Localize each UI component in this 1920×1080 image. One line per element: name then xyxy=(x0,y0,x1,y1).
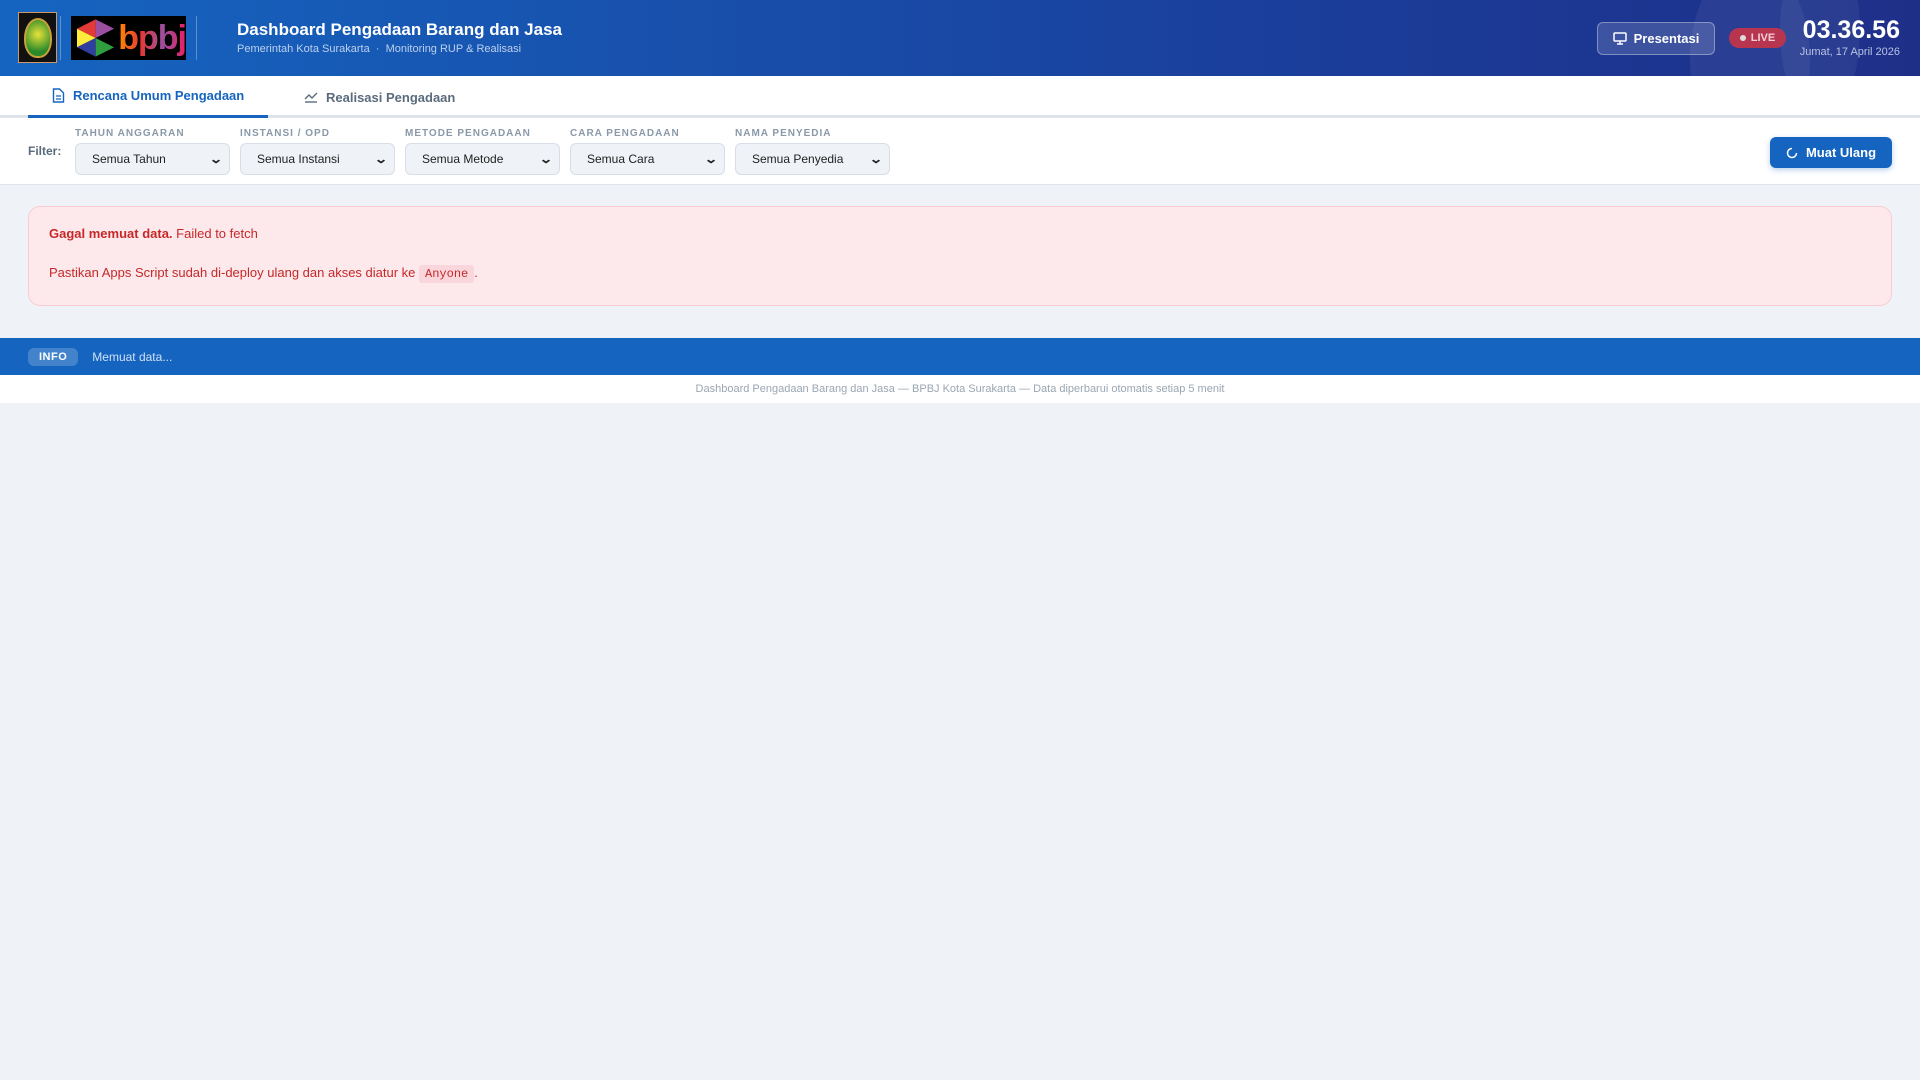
reload-button[interactable]: Muat Ulang xyxy=(1770,137,1892,168)
clock: 03.36.56 xyxy=(1802,16,1900,44)
chevron-down-icon: ⌄ xyxy=(538,152,554,166)
tab-bar: Rencana Umum Pengadaan Realisasi Pengada… xyxy=(0,76,1920,118)
filter-group-label: INSTANSI / OPD xyxy=(240,128,330,139)
chart-line-icon xyxy=(304,92,318,103)
tab-label: Realisasi Pengadaan xyxy=(326,89,456,105)
filter-group-label: METODE PENGADAAN xyxy=(405,128,531,139)
status-badge: INFO xyxy=(28,347,79,366)
chevron-down-icon: ⌄ xyxy=(868,152,884,166)
live-badge: LIVE xyxy=(1729,28,1786,48)
bpbj-logo-text: bpbj xyxy=(118,18,187,57)
footer: Dashboard Pengadaan Barang dan Jasa — BP… xyxy=(0,375,1920,403)
filter-group-label: CARA PENGADAAN xyxy=(570,128,680,139)
live-dot-icon xyxy=(1739,35,1746,41)
filter-tahun-anggaran: TAHUN ANGGARAN Semua Tahun ⌄ xyxy=(75,128,230,175)
presentation-button[interactable]: Presentasi xyxy=(1597,22,1715,55)
metode-pengadaan-select[interactable]: Semua Metode ⌄ xyxy=(405,143,560,175)
page-title: Dashboard Pengadaan Barang dan Jasa xyxy=(237,20,562,39)
presentation-label: Presentasi xyxy=(1633,31,1700,46)
select-value: Semua Penyedia xyxy=(752,152,844,166)
chevron-down-icon: ⌄ xyxy=(208,152,224,166)
bpbj-logo: bpbj xyxy=(71,16,187,60)
filter-group-label: NAMA PENYEDIA xyxy=(735,128,832,139)
error-title: Gagal memuat data. xyxy=(49,226,173,241)
status-text: Memuat data... xyxy=(92,349,173,364)
city-emblem-logo xyxy=(18,12,57,63)
chevron-down-icon: ⌄ xyxy=(373,152,389,166)
tab-label: Rencana Umum Pengadaan xyxy=(73,88,245,103)
select-value: Semua Metode xyxy=(422,152,504,166)
filter-label: Filter: xyxy=(28,144,62,158)
select-value: Semua Tahun xyxy=(92,152,166,166)
error-hint-line: Pastikan Apps Script sudah di-deploy ula… xyxy=(49,265,1871,283)
reload-label: Muat Ulang xyxy=(1805,145,1877,160)
refresh-icon xyxy=(1786,147,1798,158)
status-bar: INFO Memuat data... xyxy=(0,338,1920,375)
instansi-opd-select[interactable]: Semua Instansi ⌄ xyxy=(240,143,395,175)
error-message: Failed to fetch xyxy=(176,226,258,241)
tab-rencana-umum-pengadaan[interactable]: Rencana Umum Pengadaan xyxy=(28,76,269,118)
bpbj-logo-shapes-icon xyxy=(77,19,115,57)
error-hint-end: . xyxy=(474,265,478,280)
chevron-down-icon: ⌄ xyxy=(703,152,719,166)
filter-instansi-opd: INSTANSI / OPD Semua Instansi ⌄ xyxy=(240,128,395,175)
nama-penyedia-select[interactable]: Semua Penyedia ⌄ xyxy=(735,143,890,175)
filter-bar: Filter: TAHUN ANGGARAN Semua Tahun ⌄ INST… xyxy=(0,118,1920,185)
error-code: Anyone xyxy=(419,265,475,283)
filter-cara-pengadaan: CARA PENGADAAN Semua Cara ⌄ xyxy=(570,128,725,175)
filter-nama-penyedia: NAMA PENYEDIA Semua Penyedia ⌄ xyxy=(735,128,890,175)
cara-pengadaan-select[interactable]: Semua Cara ⌄ xyxy=(570,143,725,175)
filter-metode-pengadaan: METODE PENGADAAN Semua Metode ⌄ xyxy=(405,128,560,175)
live-label: LIVE xyxy=(1750,32,1776,44)
tahun-anggaran-select[interactable]: Semua Tahun ⌄ xyxy=(75,143,230,175)
divider xyxy=(60,16,61,60)
monitor-icon xyxy=(1612,32,1627,45)
date: Jumat, 17 April 2026 xyxy=(1799,46,1900,58)
error-line: Gagal memuat data. Failed to fetch xyxy=(49,226,1871,241)
select-value: Semua Instansi xyxy=(257,152,340,166)
app-header: bpbj Dashboard Pengadaan Barang dan Jasa… xyxy=(0,0,1920,76)
divider xyxy=(196,16,197,60)
error-hint: Pastikan Apps Script sudah di-deploy ula… xyxy=(49,265,416,280)
page-subtitle: Pemerintah Kota Surakarta · Monitoring R… xyxy=(237,43,522,55)
tab-realisasi-pengadaan[interactable]: Realisasi Pengadaan xyxy=(280,76,479,118)
select-value: Semua Cara xyxy=(587,152,655,166)
document-icon xyxy=(52,88,65,103)
error-alert: Gagal memuat data. Failed to fetch Pasti… xyxy=(28,206,1892,306)
filter-group-label: TAHUN ANGGARAN xyxy=(75,128,185,139)
